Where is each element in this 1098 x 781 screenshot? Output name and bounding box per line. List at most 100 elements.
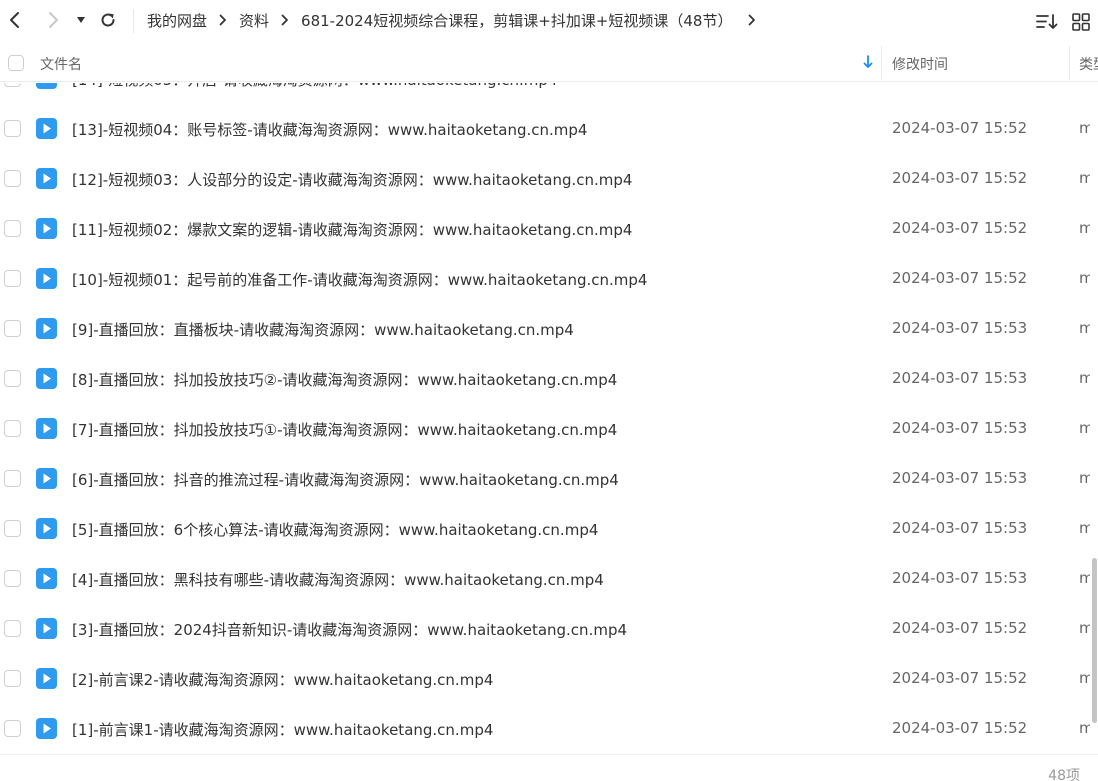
file-type: mp4	[1079, 469, 1090, 487]
file-name[interactable]: [8]-直播回放：抖加投放技巧②-请收藏海淘资源网：www.haitaoketa…	[72, 369, 617, 390]
file-row[interactable]: [12]-短视频03：人设部分的设定-请收藏海淘资源网：www.haitaoke…	[0, 154, 1090, 204]
video-file-icon	[36, 168, 57, 189]
file-type: mp4	[1079, 669, 1090, 687]
video-file-icon	[36, 118, 57, 139]
file-row[interactable]: [11]-短视频02：爆款文案的逻辑-请收藏海淘资源网：www.haitaoke…	[0, 204, 1090, 254]
breadcrumb-separator-icon	[219, 14, 227, 26]
column-divider[interactable]	[881, 46, 882, 80]
item-count: 48项	[1048, 768, 1080, 781]
row-checkbox[interactable]	[4, 570, 21, 587]
file-type: mp4	[1079, 369, 1090, 387]
file-modified-time: 2024-03-07 15:52	[892, 169, 1028, 187]
video-file-icon	[36, 268, 57, 289]
file-name[interactable]: [13]-短视频04：账号标签-请收藏海淘资源网：www.haitaoketan…	[72, 119, 587, 140]
refresh-icon	[101, 13, 115, 27]
file-name[interactable]: [12]-短视频03：人设部分的设定-请收藏海淘资源网：www.haitaoke…	[72, 169, 632, 190]
scrollbar[interactable]	[1090, 83, 1098, 753]
sort-button[interactable]	[1030, 8, 1064, 36]
file-row[interactable]: [7]-直播回放：抖加投放技巧①-请收藏海淘资源网：www.haitaoketa…	[0, 404, 1090, 454]
file-type: mp4	[1079, 219, 1090, 237]
file-type: mp4	[1079, 619, 1090, 637]
row-checkbox[interactable]	[4, 83, 21, 87]
file-row[interactable]: [4]-直播回放：黑科技有哪些-请收藏海淘资源网：www.haitaoketan…	[0, 554, 1090, 604]
chevron-left-icon	[10, 12, 19, 28]
video-file-icon	[36, 218, 57, 239]
file-row[interactable]: [6]-直播回放：抖音的推流过程-请收藏海淘资源网：www.haitaoketa…	[0, 454, 1090, 504]
top-navigation-bar: 我的网盘 资料 681-2024短视频综合课程，剪辑课+抖加课+短视频课（48节…	[0, 0, 1098, 42]
file-row[interactable]: [1]-前言课1-请收藏海淘资源网：www.haitaoketang.cn.mp…	[0, 704, 1090, 753]
forward-button[interactable]	[40, 6, 66, 34]
back-button[interactable]	[2, 6, 28, 34]
row-checkbox[interactable]	[4, 220, 21, 237]
file-modified-time: 2024-03-07 15:52	[892, 619, 1028, 637]
file-modified-time: 2024-03-07 15:52	[892, 719, 1028, 737]
video-file-icon	[36, 718, 57, 739]
row-checkbox[interactable]	[4, 120, 21, 137]
file-modified-time: 2024-03-07 15:52	[892, 269, 1028, 287]
breadcrumb: 我的网盘 资料 681-2024短视频综合课程，剪辑课+抖加课+短视频课（48节…	[147, 0, 768, 40]
file-type: mp4	[1079, 419, 1090, 437]
file-row[interactable]: [10]-短视频01：起号前的准备工作-请收藏海淘资源网：www.haitaok…	[0, 254, 1090, 304]
column-divider[interactable]	[1069, 46, 1070, 80]
row-checkbox[interactable]	[4, 170, 21, 187]
file-name[interactable]: [3]-直播回放：2024抖音新知识-请收藏海淘资源网：www.haitaoke…	[72, 619, 627, 640]
breadcrumb-item-current-folder[interactable]: 681-2024短视频综合课程，剪辑课+抖加课+短视频课（48节）	[301, 10, 732, 31]
video-file-icon	[36, 83, 57, 89]
file-type: mp4	[1079, 519, 1090, 537]
file-name[interactable]: [6]-直播回放：抖音的推流过程-请收藏海淘资源网：www.haitaoketa…	[72, 469, 619, 490]
file-modified-time: 2024-03-07 15:52	[892, 219, 1028, 237]
file-name[interactable]: [14]-短视频05：开店-请收藏海淘资源网：www.haitaoketang.…	[72, 83, 557, 90]
video-file-icon	[36, 668, 57, 689]
file-row[interactable]: [5]-直播回放：6个核心算法-请收藏海淘资源网：www.haitaoketan…	[0, 504, 1090, 554]
file-name[interactable]: [1]-前言课1-请收藏海淘资源网：www.haitaoketang.cn.mp…	[72, 719, 493, 740]
video-file-icon	[36, 418, 57, 439]
file-name[interactable]: [5]-直播回放：6个核心算法-请收藏海淘资源网：www.haitaoketan…	[72, 519, 598, 540]
file-modified-time: 2024-03-07 15:52	[892, 119, 1028, 137]
refresh-button[interactable]	[94, 6, 122, 34]
history-dropdown-button[interactable]	[72, 6, 90, 34]
row-checkbox[interactable]	[4, 370, 21, 387]
file-row[interactable]: [8]-直播回放：抖加投放技巧②-请收藏海淘资源网：www.haitaoketa…	[0, 354, 1090, 404]
video-file-icon	[36, 368, 57, 389]
row-checkbox[interactable]	[4, 270, 21, 287]
select-all-checkbox[interactable]	[8, 55, 24, 71]
file-name[interactable]: [11]-短视频02：爆款文案的逻辑-请收藏海淘资源网：www.haitaoke…	[72, 219, 632, 240]
file-name[interactable]: [9]-直播回放：直播板块-请收藏海淘资源网：www.haitaoketang.…	[72, 319, 574, 340]
file-type: mp4	[1079, 169, 1090, 187]
breadcrumb-item-my-drive[interactable]: 我的网盘	[147, 10, 207, 31]
sort-order-icon	[1036, 14, 1058, 29]
breadcrumb-expand-icon[interactable]	[748, 14, 756, 26]
file-name[interactable]: [7]-直播回放：抖加投放技巧①-请收藏海淘资源网：www.haitaoketa…	[72, 419, 617, 440]
row-checkbox[interactable]	[4, 520, 21, 537]
file-row[interactable]: [3]-直播回放：2024抖音新知识-请收藏海淘资源网：www.haitaoke…	[0, 604, 1090, 654]
row-checkbox[interactable]	[4, 720, 21, 737]
file-modified-time: 2024-03-07 15:53	[892, 319, 1028, 337]
video-file-icon	[36, 568, 57, 589]
file-name[interactable]: [4]-直播回放：黑科技有哪些-请收藏海淘资源网：www.haitaoketan…	[72, 569, 604, 590]
column-type-header[interactable]: 类型	[1079, 54, 1098, 74]
chevron-right-icon	[49, 12, 58, 28]
file-row[interactable]: [2]-前言课2-请收藏海淘资源网：www.haitaoketang.cn.mp…	[0, 654, 1090, 704]
scrollbar-thumb[interactable]	[1092, 558, 1097, 723]
breadcrumb-item-materials[interactable]: 资料	[239, 10, 269, 31]
row-checkbox[interactable]	[4, 470, 21, 487]
grid-view-button[interactable]	[1064, 8, 1098, 36]
video-file-icon	[36, 518, 57, 539]
file-type: mp4	[1079, 569, 1090, 587]
file-row[interactable]: [13]-短视频04：账号标签-请收藏海淘资源网：www.haitaoketan…	[0, 104, 1090, 154]
row-checkbox[interactable]	[4, 670, 21, 687]
sort-descending-icon[interactable]	[862, 54, 874, 74]
row-checkbox[interactable]	[4, 620, 21, 637]
column-name-header[interactable]: 文件名	[40, 54, 82, 74]
column-modified-header[interactable]: 修改时间	[892, 54, 948, 74]
file-row[interactable]: [14]-短视频05：开店-请收藏海淘资源网：www.haitaoketang.…	[0, 83, 1090, 104]
row-checkbox[interactable]	[4, 420, 21, 437]
row-checkbox[interactable]	[4, 320, 21, 337]
video-file-icon	[36, 618, 57, 639]
file-name[interactable]: [10]-短视频01：起号前的准备工作-请收藏海淘资源网：www.haitaok…	[72, 269, 647, 290]
file-row[interactable]: [9]-直播回放：直播板块-请收藏海淘资源网：www.haitaoketang.…	[0, 304, 1090, 354]
grid-view-icon	[1072, 13, 1090, 31]
file-modified-time: 2024-03-07 15:53	[892, 369, 1028, 387]
view-controls	[1030, 8, 1098, 36]
file-name[interactable]: [2]-前言课2-请收藏海淘资源网：www.haitaoketang.cn.mp…	[72, 669, 493, 690]
